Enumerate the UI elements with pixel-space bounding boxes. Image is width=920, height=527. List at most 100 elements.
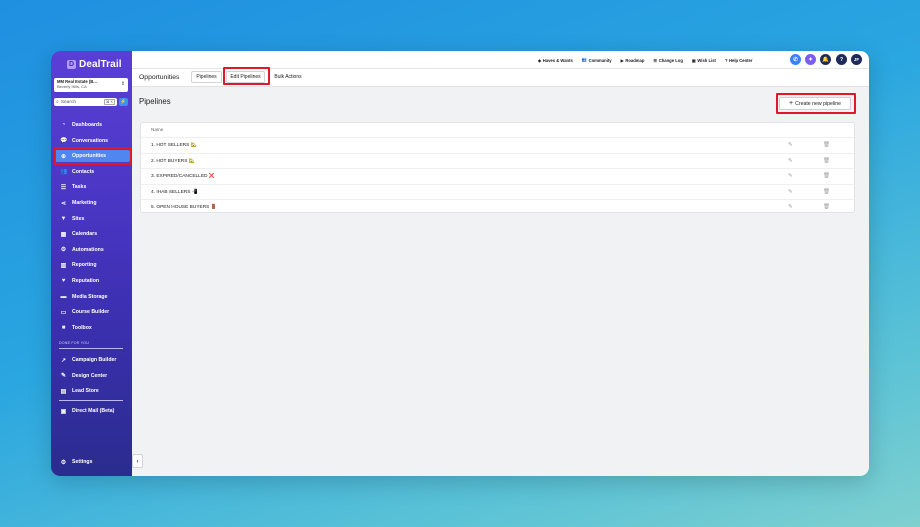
sidebar-item-toolbox[interactable]: ■ Toolbox	[54, 322, 130, 334]
sidebar-item-direct-mail-beta[interactable]: ▣ Direct Mail (Beta)	[54, 405, 130, 417]
sidebar-item-calendars[interactable]: ▦ Calendars	[54, 228, 130, 240]
edit-pencil-icon[interactable]: ✎	[788, 204, 793, 210]
chat-icon: 💬	[60, 138, 68, 145]
sidebar-item-label: Reporting	[72, 262, 97, 269]
sidebar-item-label: Design Center	[72, 372, 108, 379]
header-link-label: Haves & Wants	[542, 57, 573, 63]
section-label-done-for-you: DONE FOR YOU	[59, 341, 90, 345]
help-center-icon: ?	[724, 57, 728, 63]
account-switcher[interactable]: MM Real Estate (B... Beverly Hills, CA ⇕	[54, 78, 128, 92]
sidebar-item-marketing[interactable]: ⋖ Marketing	[54, 197, 130, 209]
brand-logo[interactable]: D DealTrail	[67, 59, 122, 70]
gauge-icon: ◔	[61, 122, 66, 128]
header-link-wish-list[interactable]: ▣ Wish List	[692, 57, 716, 63]
table-row[interactable]: 2. HOT BUYERS 🏡 ✎ 🗑	[141, 152, 854, 169]
campaign-icon: ↗	[60, 357, 67, 364]
header-link-label: Community	[588, 57, 612, 63]
sidebar-item-settings[interactable]: ⚙ Settings	[54, 456, 130, 468]
sidebar-item-automations[interactable]: ⚙ Automations	[54, 244, 130, 256]
sidebar-item-label: Settings	[72, 459, 93, 465]
avatar[interactable]: JF	[851, 54, 862, 65]
heart-icon: ♥	[61, 278, 66, 284]
header-link-help-center[interactable]: ? Help Center	[725, 57, 753, 63]
sidebar-item-label: Direct Mail (Beta)	[72, 408, 115, 414]
header-link-change-log[interactable]: ☰ Change Log	[653, 57, 682, 63]
sidebar-item-media-storage[interactable]: ▬ Media Storage	[54, 291, 130, 303]
header-link-label: Change Log	[658, 57, 683, 63]
delete-trash-icon[interactable]: 🗑	[823, 204, 830, 210]
table-row[interactable]: 1. HOT SELLERS 🏡 ✎ 🗑	[141, 137, 854, 153]
chevron-updown-icon: ⇕	[120, 81, 125, 87]
table-row[interactable]: 3. EXPIRED/CANCELLED ❌ ✎ 🗑	[141, 168, 854, 184]
search-input[interactable]: ⌕ Search ⌘ K	[54, 98, 117, 106]
folder-icon: ▬	[60, 293, 67, 300]
page-name: Opportunities	[139, 74, 180, 81]
haves-wants-icon: ◆	[538, 57, 542, 63]
sidebar-item-sites[interactable]: ▼ Sites	[54, 213, 130, 225]
wish-list-icon: ▣	[691, 57, 696, 63]
sidebar-item-contacts[interactable]: 👥 Contacts	[54, 166, 130, 178]
sidebar-item-dashboards[interactable]: ◔ Dashboards	[54, 119, 130, 131]
sidebar-item-label: Calendars	[72, 231, 98, 238]
table-row[interactable]: 5. OPEN HOUSE BUYERS 🚪 ✎ 🗑	[141, 199, 854, 215]
brush-icon: ✎	[60, 373, 67, 380]
sidebar-divider	[59, 400, 123, 401]
sidebar-item-course-builder[interactable]: ▭ Course Builder	[54, 306, 130, 318]
top-header: ◆ Haves & Wants 👥 Community ▶ Roadmap ☰ Change …	[132, 51, 869, 68]
header-link-label: Help Center	[729, 57, 753, 63]
header-link-haves-wants[interactable]: ◆ Haves & Wants	[538, 57, 573, 63]
sidebar-item-label: Conversations	[72, 137, 109, 144]
sidebar-item-label: Toolbox	[72, 324, 92, 331]
header-link-label: Wish List	[697, 57, 716, 63]
header-link-roadmap[interactable]: ▶ Roadmap	[621, 57, 645, 63]
collapse-sidebar-button[interactable]: ‹	[132, 454, 143, 468]
pipeline-name: 4. IHAB SELLERS 📲	[151, 189, 198, 195]
delete-trash-icon[interactable]: 🗑	[823, 158, 830, 164]
edit-pencil-icon[interactable]: ✎	[788, 158, 793, 164]
gear-icon: ⚙	[60, 459, 67, 466]
sidebar-item-label: Course Builder	[72, 309, 110, 316]
header-link-community[interactable]: 👥 Community	[582, 57, 612, 63]
sidebar-item-lead-store[interactable]: ▤ Lead Store	[54, 385, 130, 397]
sidebar-item-label: Media Storage	[72, 293, 108, 300]
toolbox-icon: ■	[61, 324, 66, 331]
edit-pencil-icon[interactable]: ✎	[788, 189, 793, 195]
sidebar-item-conversations[interactable]: 💬 Conversations	[54, 135, 130, 147]
chevron-left-icon: ‹	[136, 459, 139, 465]
sidebar-item-design-center[interactable]: ✎ Design Center	[54, 370, 130, 382]
phone-icon[interactable]: ✆	[790, 54, 801, 65]
sidebar-item-campaign-builder[interactable]: ↗ Campaign Builder	[54, 354, 130, 366]
store-icon: ▤	[60, 388, 67, 395]
gears-icon: ⚙	[60, 247, 67, 254]
mail-icon: ▣	[60, 408, 67, 415]
delete-trash-icon[interactable]: 🗑	[823, 142, 830, 148]
sidebar-item-label: Automations	[72, 246, 104, 253]
bell-icon[interactable]: 🔔	[820, 54, 831, 65]
sidebar-item-reporting[interactable]: ▥ Reporting	[54, 259, 130, 271]
sidebar-item-reputation[interactable]: ♥ Reputation	[54, 275, 130, 287]
highlight-create-pipeline	[776, 93, 856, 114]
table-row[interactable]: 4. IHAB SELLERS 📲 ✎ 🗑	[141, 183, 854, 200]
contacts-icon: 👥	[60, 169, 68, 176]
delete-trash-icon[interactable]: 🗑	[823, 173, 830, 179]
delete-trash-icon[interactable]: 🗑	[823, 189, 830, 195]
edit-pencil-icon[interactable]: ✎	[788, 142, 793, 148]
change-log-icon: ☰	[653, 57, 658, 63]
sidebar-item-tasks[interactable]: ☰ Tasks	[54, 181, 130, 193]
column-header-name: Name	[151, 127, 164, 132]
ai-assistant-icon[interactable]: ✦	[805, 54, 816, 65]
sidebar-divider	[59, 348, 123, 349]
edit-pencil-icon[interactable]: ✎	[788, 173, 793, 179]
sidebar-item-label: Campaign Builder	[72, 357, 117, 363]
tab-bulk-actions[interactable]: Bulk Actions	[270, 71, 306, 83]
quick-action-bolt-icon[interactable]: ⚡	[119, 98, 128, 106]
search-shortcut: ⌘ K	[104, 99, 115, 105]
header-link-label: Roadmap	[625, 57, 645, 63]
help-icon[interactable]: ?	[836, 54, 847, 65]
search-icon: ⌕	[56, 99, 59, 105]
tasks-icon: ☰	[60, 184, 67, 191]
tab-pipelines[interactable]: Pipelines	[191, 71, 222, 83]
sidebar-item-label: Lead Store	[72, 388, 99, 395]
sidebar-item-label: Contacts	[72, 168, 95, 175]
sidebar-item-label: Sites	[72, 215, 85, 222]
